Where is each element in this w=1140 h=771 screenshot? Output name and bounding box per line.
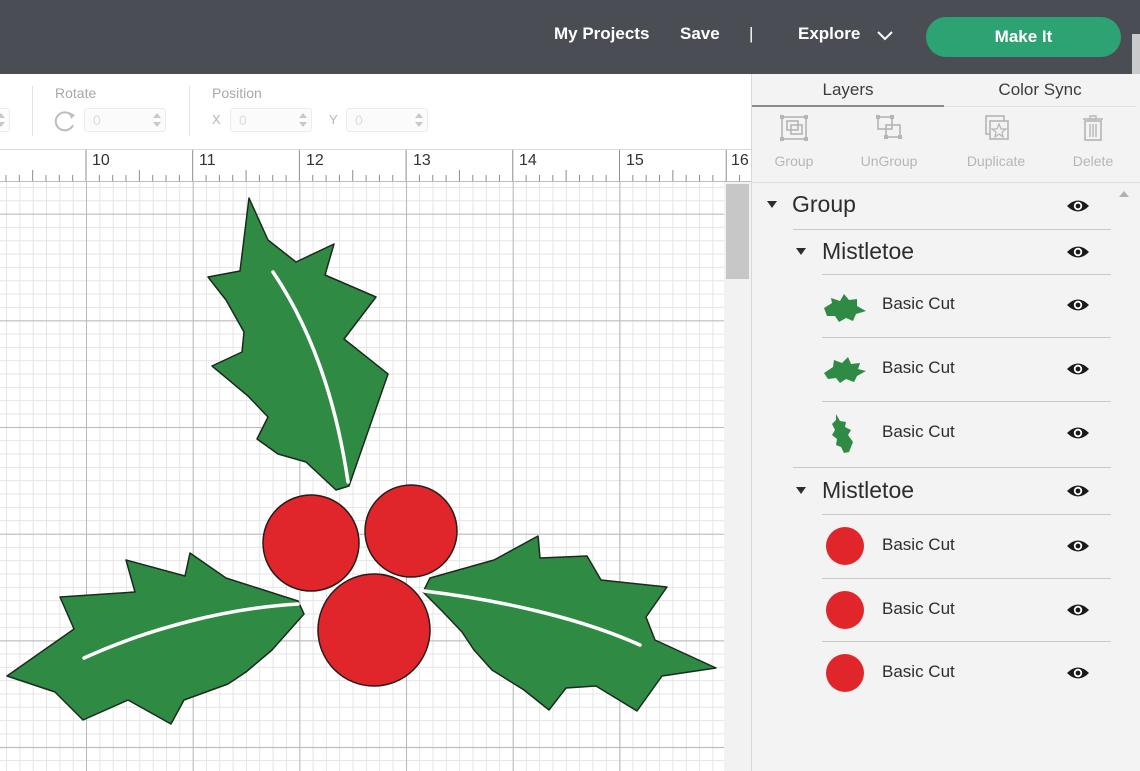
layer-item[interactable]: Basic Cut: [822, 515, 1112, 577]
layer-name: Basic Cut: [882, 294, 955, 313]
holly-design[interactable]: [0, 182, 751, 771]
canvas-scrollbar[interactable]: [724, 182, 751, 771]
y-value: 0: [355, 112, 363, 128]
subgroup-name: Mistletoe: [822, 477, 915, 503]
stepper-arrows-icon[interactable]: [0, 112, 6, 128]
trash-icon: [1083, 115, 1103, 141]
save-link[interactable]: Save: [680, 24, 720, 44]
tab-layers[interactable]: Layers: [752, 74, 944, 107]
holly-leaf-thumbnail: [824, 294, 866, 322]
rotate-input[interactable]: 0: [84, 108, 166, 132]
ruler-label-14: 14: [519, 152, 537, 169]
eye-icon[interactable]: [1066, 483, 1090, 499]
caret-down-icon[interactable]: [766, 200, 778, 209]
stepper-arrows-icon[interactable]: [414, 112, 424, 128]
red-berry-thumbnail: [826, 591, 864, 629]
layer-item[interactable]: Basic Cut: [822, 402, 1112, 464]
layer-item[interactable]: Basic Cut: [822, 642, 1112, 704]
chevron-down-icon[interactable]: [876, 28, 894, 42]
my-projects-link[interactable]: My Projects: [554, 24, 649, 44]
duplicate-icon: [985, 115, 1009, 140]
caret-down-icon[interactable]: [795, 486, 807, 495]
size-stepper[interactable]: [0, 108, 10, 132]
caret-down-icon[interactable]: [795, 247, 807, 256]
eye-icon[interactable]: [1066, 198, 1090, 214]
ruler-label-11: 11: [199, 152, 216, 169]
horizontal-ruler: 10 11 12 13 14 15 16: [0, 150, 751, 182]
position-label: Position: [212, 85, 262, 101]
toolbar-divider: [189, 86, 190, 136]
row-divider: [793, 467, 1111, 468]
tab-color-sync[interactable]: Color Sync: [944, 74, 1136, 107]
eye-icon[interactable]: [1066, 538, 1090, 554]
group-button[interactable]: Group: [749, 112, 839, 172]
ungroup-label: UnGroup: [860, 153, 918, 169]
ruler-label-12: 12: [306, 152, 324, 169]
x-value: 0: [239, 112, 247, 128]
red-berry[interactable]: [317, 573, 431, 687]
duplicate-label: Duplicate: [966, 153, 1026, 169]
eye-icon[interactable]: [1066, 361, 1090, 377]
layer-name: Basic Cut: [882, 662, 955, 681]
red-berry[interactable]: [262, 494, 360, 592]
edit-toolbar: Rotate 0 Position X 0 Y 0: [0, 74, 751, 150]
top-bar: My Projects Save | Explore Make It: [0, 0, 1140, 74]
layers-scrollbar[interactable]: [1115, 183, 1133, 771]
header-separator: |: [749, 24, 754, 43]
holly-leaf-top[interactable]: [207, 197, 389, 491]
rotate-value: 0: [93, 112, 101, 128]
ruler-label-15: 15: [626, 152, 644, 169]
ungroup-button[interactable]: UnGroup: [844, 112, 934, 172]
layers-panel: Layers Color Sync Group UnGroup Duplicat…: [751, 74, 1140, 771]
red-berry-thumbnail: [826, 654, 864, 692]
ruler-label-10: 10: [92, 152, 110, 169]
eye-icon[interactable]: [1066, 602, 1090, 618]
delete-label: Delete: [1072, 153, 1114, 169]
layer-name: Basic Cut: [882, 535, 955, 554]
group-name: Group: [792, 191, 856, 217]
holly-leaf-thumbnail: [824, 357, 866, 383]
red-berry-thumbnail: [826, 527, 864, 565]
red-berry[interactable]: [364, 484, 458, 578]
layer-subgroup-mistletoe[interactable]: Mistletoe: [752, 230, 1107, 274]
ruler-label-16: 16: [731, 152, 749, 169]
layer-name: Basic Cut: [882, 358, 955, 377]
holly-leaf-right[interactable]: [422, 535, 717, 712]
x-position-input[interactable]: 0: [230, 108, 312, 132]
window-edge: [1132, 34, 1140, 74]
explore-menu[interactable]: Explore: [798, 24, 860, 44]
stepper-arrows-icon[interactable]: [298, 112, 308, 128]
layer-name: Basic Cut: [882, 599, 955, 618]
layer-item[interactable]: Basic Cut: [822, 338, 1112, 400]
canvas-scrollbar-thumb[interactable]: [726, 184, 749, 279]
eye-icon[interactable]: [1066, 665, 1090, 681]
layer-item[interactable]: Basic Cut: [822, 274, 1112, 336]
duplicate-button[interactable]: Duplicate: [951, 112, 1041, 172]
rotate-label: Rotate: [55, 85, 97, 101]
layer-subgroup-mistletoe[interactable]: Mistletoe: [752, 469, 1107, 513]
holly-leaf-left[interactable]: [6, 552, 305, 725]
ruler-label-13: 13: [413, 152, 431, 169]
ungroup-icon: [876, 115, 902, 139]
eye-icon[interactable]: [1066, 297, 1090, 313]
group-label: Group: [774, 153, 814, 169]
delete-button[interactable]: Delete: [1048, 112, 1138, 172]
y-position-input[interactable]: 0: [346, 108, 428, 132]
layer-group[interactable]: Group: [752, 183, 1107, 227]
eye-icon[interactable]: [1066, 425, 1090, 441]
eye-icon[interactable]: [1066, 244, 1090, 260]
y-label: Y: [329, 112, 338, 127]
stepper-arrows-icon[interactable]: [152, 112, 162, 128]
design-canvas[interactable]: [0, 182, 751, 771]
make-it-button[interactable]: Make It: [926, 17, 1121, 57]
rotate-icon[interactable]: [52, 108, 78, 134]
subgroup-name: Mistletoe: [822, 238, 915, 264]
holly-leaf-thumbnail: [832, 414, 853, 453]
layer-item[interactable]: Basic Cut: [822, 579, 1112, 641]
layer-name: Basic Cut: [882, 422, 955, 441]
scroll-up-arrow-icon[interactable]: [1119, 191, 1129, 197]
toolbar-divider: [32, 86, 33, 136]
group-icon: [780, 115, 808, 141]
x-label: X: [212, 112, 221, 127]
